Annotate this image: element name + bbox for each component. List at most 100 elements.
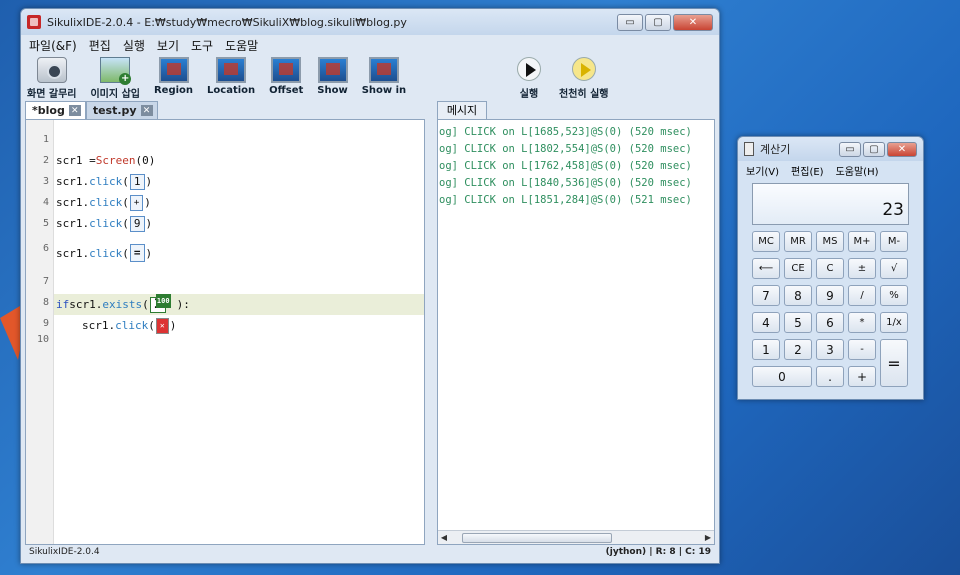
code-text: scr1. xyxy=(56,246,90,260)
key-c[interactable]: C xyxy=(816,258,844,279)
status-cursor-position: (jython) | R: 8 | C: 19 xyxy=(605,547,711,557)
insert-image-button[interactable]: 이미지 삽입 xyxy=(90,57,140,100)
key-3[interactable]: 3 xyxy=(816,339,844,360)
key-mr[interactable]: MR xyxy=(784,231,812,252)
code-func: click xyxy=(115,319,149,332)
capture-label: 화면 갈무리 xyxy=(27,89,77,100)
key-7[interactable]: 7 xyxy=(752,285,780,306)
show-button[interactable]: Show xyxy=(317,57,348,96)
close-button[interactable]: ✕ xyxy=(673,13,713,31)
calculator-icon xyxy=(744,142,754,156)
calculator-keypad: MC MR MS M+ M- ⟵ CE C ± √ 7 8 9 / % 4 5 … xyxy=(752,231,912,387)
code-text: scr1. xyxy=(82,319,116,332)
calculator-maximize-button[interactable]: ▢ xyxy=(863,141,885,157)
image-thumbnail[interactable]: ✕ xyxy=(155,317,169,334)
key-backspace[interactable]: ⟵ xyxy=(752,258,780,279)
key-2[interactable]: 2 xyxy=(784,339,812,360)
image-thumbnail[interactable]: = xyxy=(129,244,145,262)
code-text: scr1. xyxy=(56,175,90,188)
calculator-close-button[interactable]: ✕ xyxy=(887,141,917,157)
code-editor[interactable]: 1 2 3 4 5 6 7 8 9 10 scr1 = Screen (0) s… xyxy=(25,119,425,545)
run-button[interactable]: 실행 xyxy=(517,57,541,100)
capture-button[interactable]: 화면 갈무리 xyxy=(27,57,76,100)
maximize-button[interactable]: ▢ xyxy=(645,13,671,31)
key-sqrt[interactable]: √ xyxy=(880,258,908,279)
location-button[interactable]: Location xyxy=(207,57,255,96)
calculator-window: 계산기 ▭ ▢ ✕ 보기(V) 편집(E) 도움말(H) 23 MC MR MS… xyxy=(737,136,924,400)
tab-messages[interactable]: 메시지 xyxy=(437,101,487,119)
key-plus-minus[interactable]: ± xyxy=(848,258,876,279)
key-multiply[interactable]: * xyxy=(848,312,876,333)
line-number: 5 xyxy=(42,218,49,229)
offset-button[interactable]: Offset xyxy=(269,57,303,96)
key-add[interactable]: + xyxy=(848,366,876,387)
key-reciprocal[interactable]: 1/x xyxy=(880,312,908,333)
scroll-left-icon[interactable]: ◀ xyxy=(438,532,450,544)
calc-menu-view[interactable]: 보기(V) xyxy=(746,163,779,178)
menu-view[interactable]: 보기 xyxy=(157,37,179,54)
code-text: scr1. xyxy=(56,217,90,230)
key-4[interactable]: 4 xyxy=(752,312,780,333)
menu-tools[interactable]: 도구 xyxy=(191,37,213,54)
key-mplus[interactable]: M+ xyxy=(848,231,876,252)
offset-icon xyxy=(271,57,302,83)
title-bar[interactable]: SikulixIDE-2.0.4 - E:₩study₩mecro₩Sikuli… xyxy=(21,9,719,35)
key-mc[interactable]: MC xyxy=(752,231,780,252)
show-in-button[interactable]: Show in xyxy=(362,57,406,96)
key-subtract[interactable]: - xyxy=(848,339,876,360)
scroll-track[interactable] xyxy=(450,532,702,543)
key-equals[interactable]: = xyxy=(880,339,908,387)
code-func: click xyxy=(89,217,123,230)
calc-menu-help[interactable]: 도움말(H) xyxy=(836,163,879,178)
horizontal-scrollbar[interactable]: ◀ ▶ xyxy=(438,530,714,544)
region-button[interactable]: Region xyxy=(154,57,193,96)
code-line: scr1. click(=) xyxy=(54,238,424,268)
tab-close-icon[interactable]: ✕ xyxy=(140,105,153,116)
code-line: scr1. click(✕) xyxy=(54,315,424,336)
window-title: SikulixIDE-2.0.4 - E:₩study₩mecro₩Sikuli… xyxy=(47,15,407,29)
code-line: scr1. click(9) xyxy=(54,213,424,234)
key-divide[interactable]: / xyxy=(848,285,876,306)
line-number: 6 xyxy=(42,243,49,254)
run-slow-label: 천천히 실행 xyxy=(559,89,609,100)
line-number: 2 xyxy=(42,155,49,166)
insert-image-icon xyxy=(100,57,132,85)
code-text: ( xyxy=(148,319,155,332)
pane-splitter[interactable] xyxy=(425,99,437,545)
menu-help[interactable]: 도움말 xyxy=(225,37,258,54)
image-thumbnail[interactable]: 1 xyxy=(129,173,145,190)
key-ce[interactable]: CE xyxy=(784,258,812,279)
image-thumbnail[interactable]: + xyxy=(129,194,144,211)
code-area[interactable]: scr1 = Screen (0) scr1. click(1) scr1. clic… xyxy=(54,120,424,544)
camera-icon xyxy=(36,57,67,83)
key-0[interactable]: 0 xyxy=(752,366,812,387)
minimize-button[interactable]: ▭ xyxy=(617,13,643,31)
key-5[interactable]: 5 xyxy=(784,312,812,333)
key-ms[interactable]: MS xyxy=(816,231,844,252)
calc-menu-edit[interactable]: 편집(E) xyxy=(791,163,824,178)
key-percent[interactable]: % xyxy=(880,285,908,306)
menu-edit[interactable]: 편집 xyxy=(89,37,111,54)
key-9[interactable]: 9 xyxy=(816,285,844,306)
menu-run[interactable]: 실행 xyxy=(123,37,145,54)
image-thumbnail[interactable]: 9 xyxy=(129,215,145,232)
image-thumbnail[interactable]: 1 xyxy=(149,293,171,313)
key-8[interactable]: 8 xyxy=(784,285,812,306)
key-decimal[interactable]: . xyxy=(816,366,844,387)
scroll-thumb[interactable] xyxy=(462,532,612,543)
code-text: ) xyxy=(145,175,153,188)
run-slow-button[interactable]: 천천히 실행 xyxy=(559,57,608,100)
calculator-title-bar[interactable]: 계산기 ▭ ▢ ✕ xyxy=(738,137,923,161)
tab-close-icon[interactable]: ✕ xyxy=(68,105,81,116)
key-1[interactable]: 1 xyxy=(752,339,780,360)
scroll-right-icon[interactable]: ▶ xyxy=(702,532,714,544)
line-number: 1 xyxy=(42,134,49,145)
key-mminus[interactable]: M- xyxy=(880,231,908,252)
menu-file[interactable]: 파일(&F) xyxy=(29,37,77,54)
tab-blog[interactable]: *blog ✕ xyxy=(25,101,86,119)
calculator-minimize-button[interactable]: ▭ xyxy=(839,141,861,157)
message-log[interactable]: og] CLICK on L[1685,523]@S(0) (520 msec)… xyxy=(437,119,715,545)
code-line: scr1. click(+) xyxy=(54,192,424,213)
tab-test[interactable]: test.py ✕ xyxy=(85,101,158,119)
key-6[interactable]: 6 xyxy=(816,312,844,333)
